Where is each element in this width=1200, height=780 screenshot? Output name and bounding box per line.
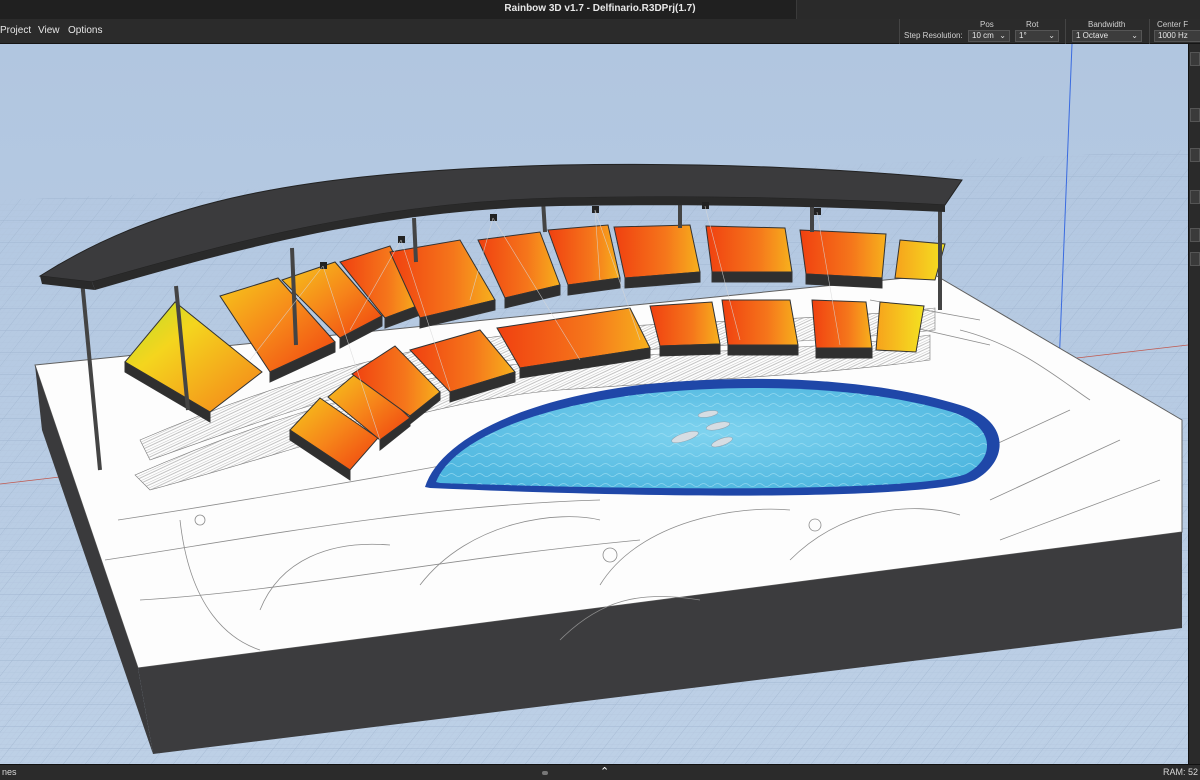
right-tool-button[interactable] [1190,148,1200,162]
title-bar: Rainbow 3D v1.7 - Delfinario.R3DPrj(1.7) [0,0,1200,19]
menu-view[interactable]: View [38,25,60,36]
menu-project[interactable]: Project [0,25,31,36]
rot-dropdown[interactable]: 1° ⌄ [1015,30,1059,42]
step-resolution-label: Step Resolution: [904,31,963,40]
right-tool-button[interactable] [1190,190,1200,204]
right-tool-button[interactable] [1190,52,1200,66]
bandwidth-value: 1 Octave [1076,31,1109,40]
right-tool-button[interactable] [1190,108,1200,122]
chevron-down-icon: ⌄ [1131,31,1138,40]
right-toolbar [1188,44,1200,764]
3d-viewport[interactable] [0,44,1188,764]
status-indicator [542,771,548,775]
center-frequency-field[interactable]: 1000 Hz [1154,30,1200,42]
rot-label: Rot [1026,20,1039,29]
pos-label: Pos [980,20,994,29]
rot-value: 1° [1019,31,1027,40]
chevron-up-icon[interactable]: ⌃ [600,765,609,778]
pos-value: 10 cm [972,31,994,40]
ram-indicator: RAM: 52 [1162,767,1198,777]
pos-dropdown[interactable]: 10 cm ⌄ [968,30,1010,42]
chevron-down-icon: ⌄ [999,31,1006,40]
center-frequency-group: Center F 1000 Hz [1149,19,1200,44]
status-bar: nes ⌃ RAM: 52 [0,764,1200,780]
bandwidth-dropdown[interactable]: 1 Octave ⌄ [1072,30,1142,42]
menu-options[interactable]: Options [68,25,102,36]
step-resolution-group: Step Resolution: Pos 10 cm ⌄ Rot 1° ⌄ [899,19,1063,44]
status-left-text: nes [2,767,17,777]
menu-bar: Project View Options Step Resolution: Po… [0,19,1200,44]
bandwidth-label: Bandwidth [1088,20,1126,29]
right-tool-button[interactable] [1190,228,1200,242]
title-bar-right-panel [796,0,1200,19]
center-frequency-label: Center F [1157,20,1189,29]
bandwidth-group: Bandwidth 1 Octave ⌄ [1065,19,1147,44]
chevron-down-icon: ⌄ [1048,31,1055,40]
center-frequency-value: 1000 Hz [1158,31,1188,40]
right-tool-button[interactable] [1190,252,1200,266]
